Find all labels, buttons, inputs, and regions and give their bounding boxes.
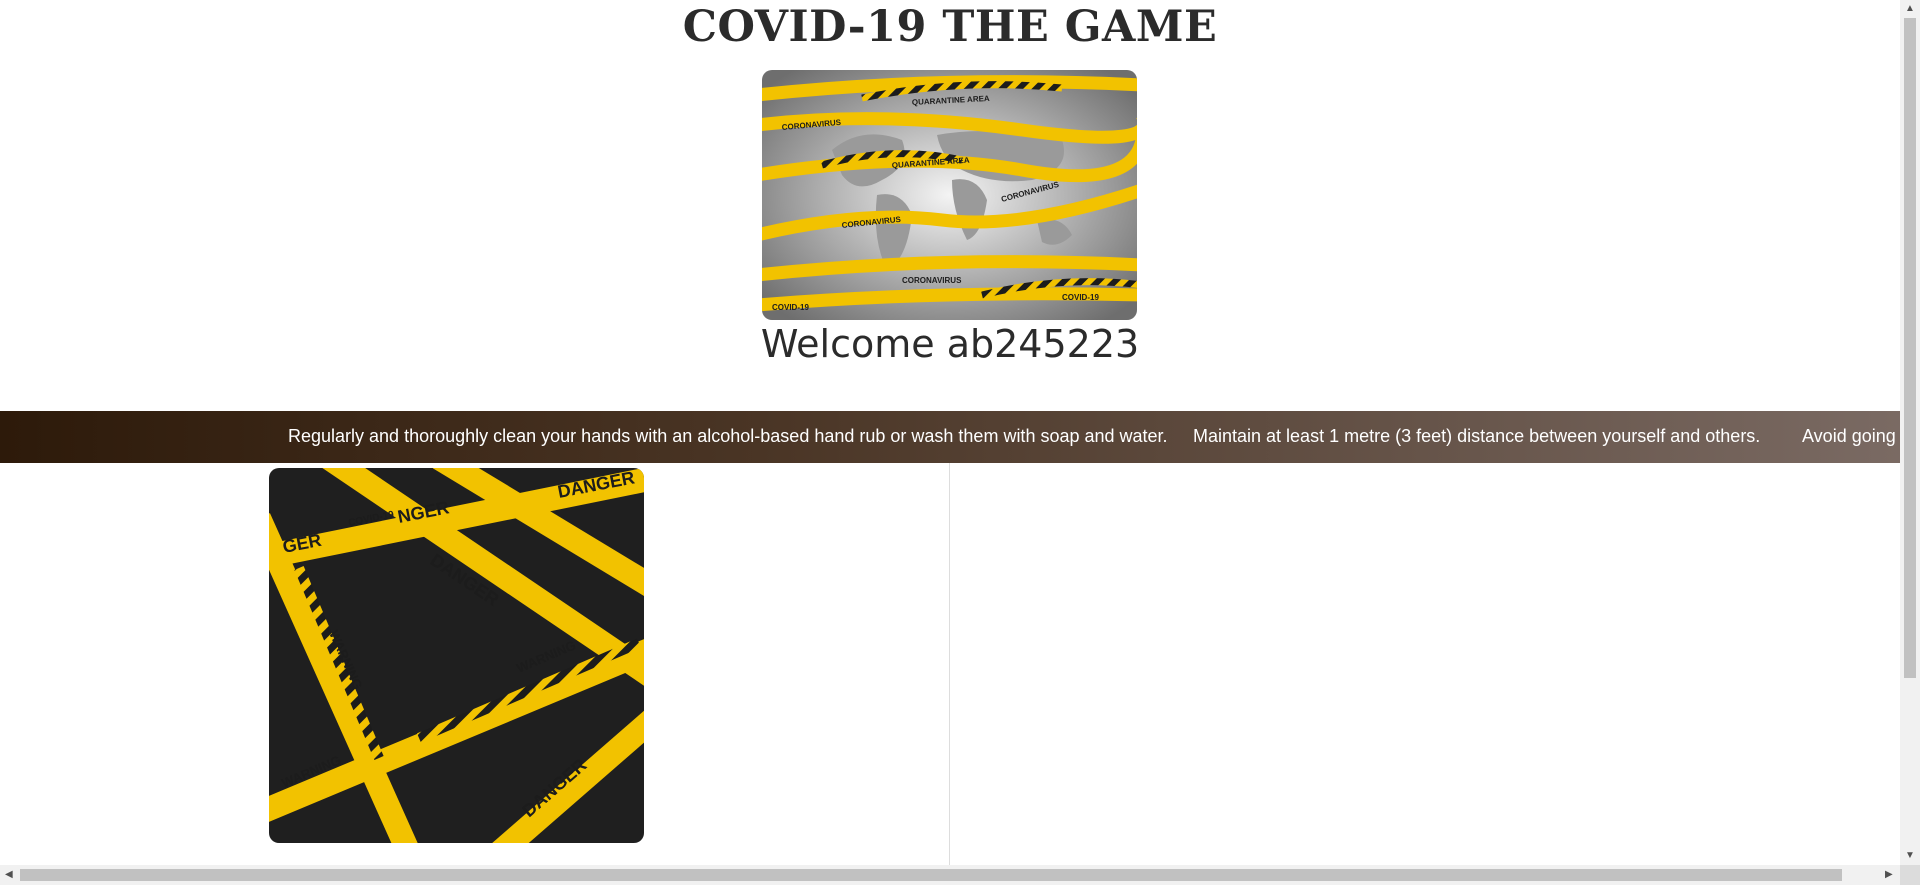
svg-text:COVID-19: COVID-19 xyxy=(1062,293,1099,302)
page: COVID-19 THE GAME QUARANTINE AREA CORONA… xyxy=(0,0,1900,865)
vertical-scrollbar[interactable]: ▲ ▼ xyxy=(1900,0,1920,865)
page-title: COVID-19 THE GAME xyxy=(682,2,1218,52)
danger-tape-image: GER NGER DANGER DANGER WARNING WARNING W… xyxy=(269,468,644,843)
scroll-right-icon[interactable]: ▶ xyxy=(1885,870,1893,880)
scroll-up-icon[interactable]: ▲ xyxy=(1905,4,1915,14)
column-divider xyxy=(949,463,950,865)
horizontal-scrollbar[interactable]: ◀ ▶ xyxy=(0,865,1900,885)
scroll-left-icon[interactable]: ◀ xyxy=(5,870,13,880)
scroll-down-icon[interactable]: ▼ xyxy=(1905,851,1915,861)
horizontal-scroll-thumb[interactable] xyxy=(20,869,1842,881)
welcome-message: Welcome ab245223 xyxy=(760,322,1140,366)
quarantine-map-image: QUARANTINE AREA CORONAVIRUS QUARANTINE A… xyxy=(762,70,1137,320)
svg-text:COVID-19: COVID-19 xyxy=(772,303,809,312)
ticker-message: Maintain at least 1 metre (3 feet) dista… xyxy=(1193,426,1761,446)
ticker-message: Regularly and thoroughly clean your hand… xyxy=(288,426,1168,446)
scrollbar-corner xyxy=(1900,865,1920,885)
svg-text:CORONAVIRUS: CORONAVIRUS xyxy=(902,276,962,285)
vertical-scroll-thumb[interactable] xyxy=(1904,18,1916,678)
safety-tips-ticker: Regularly and thoroughly clean your hand… xyxy=(0,411,1900,463)
ticker-message: Avoid going t xyxy=(1802,426,1900,446)
